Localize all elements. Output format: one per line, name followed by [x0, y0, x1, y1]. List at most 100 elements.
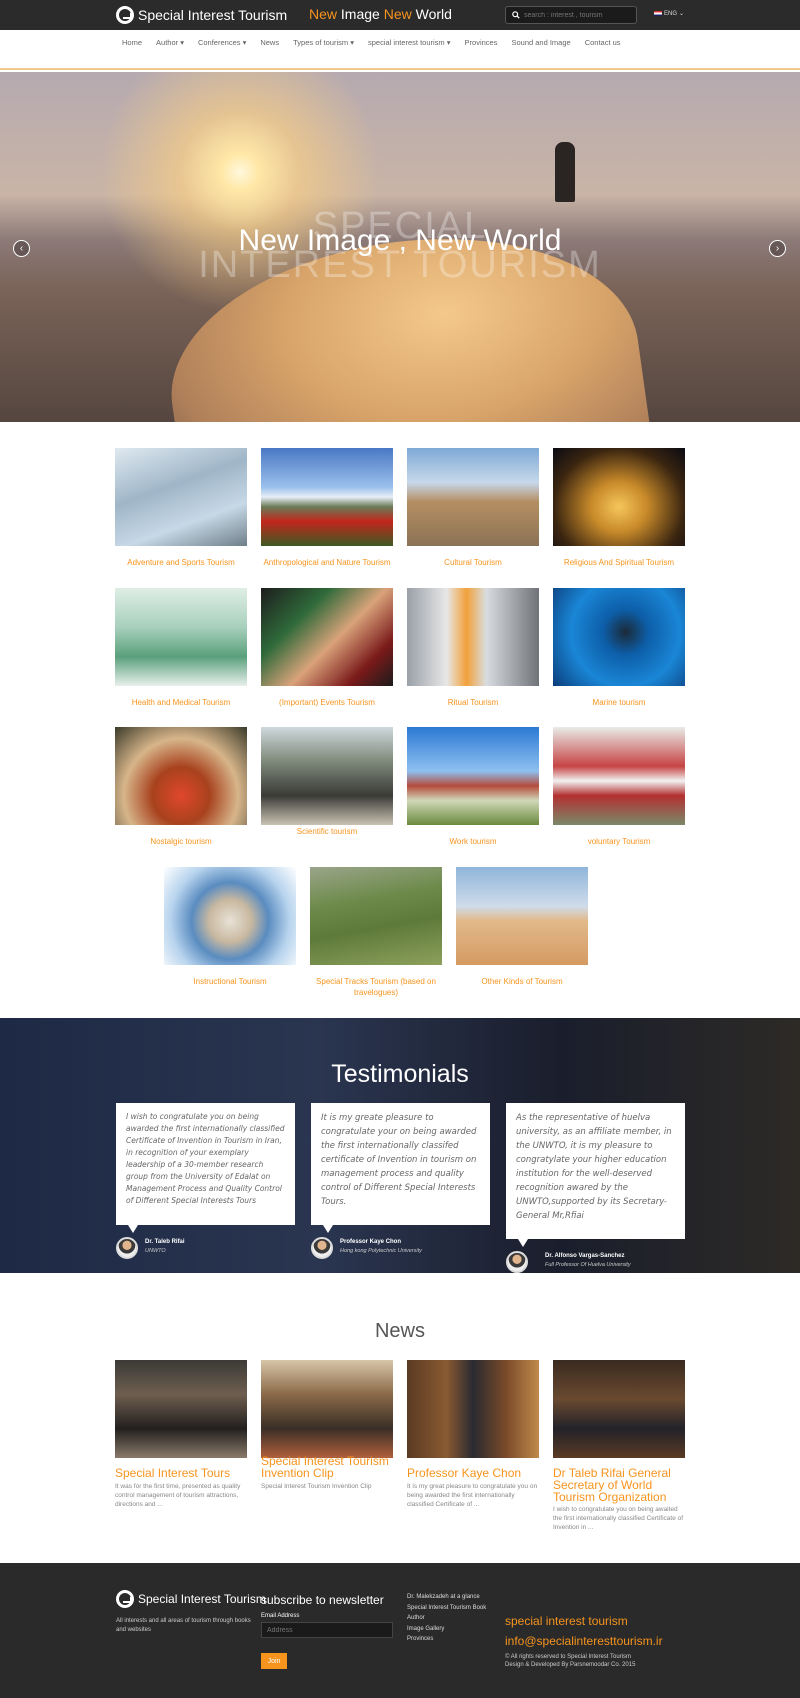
footer-credit: Design & Developed By Parsnemoodar Co. 2… [505, 1662, 636, 1668]
flag-icon [654, 11, 662, 16]
search-icon[interactable] [512, 11, 520, 19]
tourism-image-nostalgic[interactable] [115, 727, 247, 825]
testimonial-role: Hong kong Polytechnic University [340, 1248, 422, 1254]
tourism-link-scientific[interactable]: Scientific tourism [253, 826, 401, 837]
testimonial-role: UNWTO [145, 1248, 166, 1254]
nav-sound-and-image[interactable]: Sound and Image [511, 38, 570, 47]
avatar [311, 1237, 333, 1259]
nav-types-of-tourism[interactable]: Types of tourism ▾ [293, 38, 354, 47]
tourism-image-medical[interactable] [115, 588, 247, 686]
news-image[interactable] [553, 1360, 685, 1458]
tourism-link-special-tracks[interactable]: Special Tracks Tourism (based on travelo… [302, 976, 450, 998]
footer-link[interactable]: Special Interest Tourism Book [407, 1603, 486, 1614]
main-nav: Home Author ▾ Conferences ▾ News Types o… [0, 30, 800, 70]
tourism-image-instructional[interactable] [164, 867, 296, 965]
news-image[interactable] [261, 1360, 393, 1458]
testimonial-name: Dr. Alfonso Vargas-Sanchez [545, 1253, 625, 1259]
footer-email-link[interactable]: info@specialinteresttourism.ir [505, 1634, 663, 1648]
tourism-image-work[interactable] [407, 727, 539, 825]
tourism-image-scientific[interactable] [261, 727, 393, 825]
tagline-word: World [415, 6, 452, 22]
tourism-link-work[interactable]: Work tourism [399, 836, 547, 847]
news-title: News [374, 1320, 425, 1342]
tourism-link-events[interactable]: (Important) Events Tourism [253, 697, 401, 708]
tagline-word: Image [340, 6, 380, 22]
testimonial-name: Dr. Taleb Rifai [145, 1239, 185, 1245]
language-selector[interactable]: ENG ⌄ [654, 10, 684, 17]
testimonial-name: Professor Kaye Chon [340, 1239, 402, 1245]
testimonial-role: Full Professor Of Huelva University [545, 1262, 631, 1268]
tourism-link-other[interactable]: Other Kinds of Tourism [448, 976, 596, 987]
tourism-link-nostalgic[interactable]: Nostalgic tourism [107, 836, 255, 847]
logo-icon [116, 1590, 134, 1608]
tagline-word: New [383, 6, 412, 22]
testimonial-card: As the representative of huelva universi… [506, 1103, 685, 1247]
news-item-text: It was for the first time, presented as … [115, 1483, 241, 1508]
newsletter-email-input[interactable] [261, 1622, 393, 1638]
tourism-image-special-tracks[interactable] [310, 867, 442, 965]
footer-link[interactable]: Provinces [407, 1634, 486, 1645]
footer-about: All interests and all areas of tourism t… [116, 1618, 251, 1633]
tourism-image-voluntary[interactable] [553, 727, 685, 825]
email-label: Email Address [261, 1613, 300, 1619]
news-item-text: Special Interest Tourism Invention Clip [261, 1483, 372, 1490]
join-button[interactable]: Join [261, 1653, 287, 1669]
prev-arrow-icon[interactable]: ‹ [13, 240, 30, 257]
footer-logo[interactable]: Special Interest Tourism [116, 1590, 266, 1608]
brand-name: Special Interest Tourism [138, 7, 288, 23]
nav-news[interactable]: News [260, 38, 279, 47]
news-item-text: I wish to congratulate you on being awai… [553, 1506, 684, 1531]
tourism-link-instructional[interactable]: Instructional Tourism [156, 976, 304, 987]
tagline-word: New [309, 6, 338, 22]
news-item-title[interactable]: Professor Kaye Chon [407, 1467, 539, 1479]
news-item-text: It is my great pleasure to congratulate … [407, 1483, 538, 1508]
site-logo[interactable]: Special Interest Tourism [116, 6, 287, 24]
tourism-image-adventure[interactable] [115, 448, 247, 546]
footer-brand-name: Special Interest Tourism [138, 1592, 266, 1606]
avatar [116, 1237, 138, 1259]
top-bar: Special Interest Tourism New Image New W… [0, 0, 800, 30]
tourism-link-religious[interactable]: Religious And Spiritual Tourism [545, 557, 693, 568]
testimonial-card: It is my greate pleasure to congratulate… [311, 1103, 490, 1233]
tourism-image-nature[interactable] [261, 448, 393, 546]
tourism-link-voluntary[interactable]: voluntary Tourism [545, 836, 693, 847]
search-input[interactable] [524, 11, 634, 19]
tourism-image-cultural[interactable] [407, 448, 539, 546]
hero-slider: SPECIAL INTEREST TOURISM New Image , New… [0, 72, 800, 422]
tourism-image-marine[interactable] [553, 588, 685, 686]
footer-links: Dr. Malekzadeh at a glance Special Inter… [407, 1592, 486, 1645]
news-item-title[interactable]: Special Interest Tourism Invention Clip [261, 1455, 393, 1479]
search-box[interactable] [505, 6, 637, 24]
news-image[interactable] [407, 1360, 539, 1458]
next-arrow-icon[interactable]: › [769, 240, 786, 257]
news-item-title[interactable]: Dr Taleb Rifai General Secretary of Worl… [553, 1467, 685, 1503]
logo-icon [116, 6, 134, 24]
nav-conferences[interactable]: Conferences ▾ [198, 38, 246, 47]
tourism-link-adventure[interactable]: Adventure and Sports Tourism [107, 557, 255, 568]
testimonials-section: Testimonials I wish to congratulate you … [0, 1018, 800, 1273]
nav-special-interest-tourism[interactable]: special interest tourism ▾ [368, 38, 451, 47]
footer-link[interactable]: Image Gallery [407, 1624, 486, 1635]
nav-provinces[interactable]: Provinces [465, 38, 498, 47]
news-item-title[interactable]: Special Interest Tours [115, 1467, 247, 1479]
testimonials-title: Testimonials [331, 1060, 469, 1088]
footer-site-name[interactable]: special interest tourism [505, 1614, 628, 1628]
hero-hiker-image [555, 142, 575, 202]
footer-link[interactable]: Dr. Malekzadeh at a glance [407, 1592, 486, 1603]
nav-home[interactable]: Home [122, 38, 142, 47]
tourism-image-other[interactable] [456, 867, 588, 965]
language-label: ENG [664, 10, 678, 17]
chevron-down-icon: ⌄ [679, 11, 685, 17]
tourism-image-ritual[interactable] [407, 588, 539, 686]
nav-contact-us[interactable]: Contact us [585, 38, 621, 47]
tourism-link-medical[interactable]: Health and Medical Tourism [107, 697, 255, 708]
tourism-link-marine[interactable]: Marine tourism [545, 697, 693, 708]
tourism-image-religious[interactable] [553, 448, 685, 546]
footer-link[interactable]: Author [407, 1613, 486, 1624]
tourism-link-ritual[interactable]: Ritual Tourism [399, 697, 547, 708]
tourism-link-cultural[interactable]: Cultural Tourism [399, 557, 547, 568]
tourism-link-nature[interactable]: Anthropological and Nature Tourism [253, 557, 401, 568]
tourism-image-events[interactable] [261, 588, 393, 686]
nav-author[interactable]: Author ▾ [156, 38, 184, 47]
news-image[interactable] [115, 1360, 247, 1458]
